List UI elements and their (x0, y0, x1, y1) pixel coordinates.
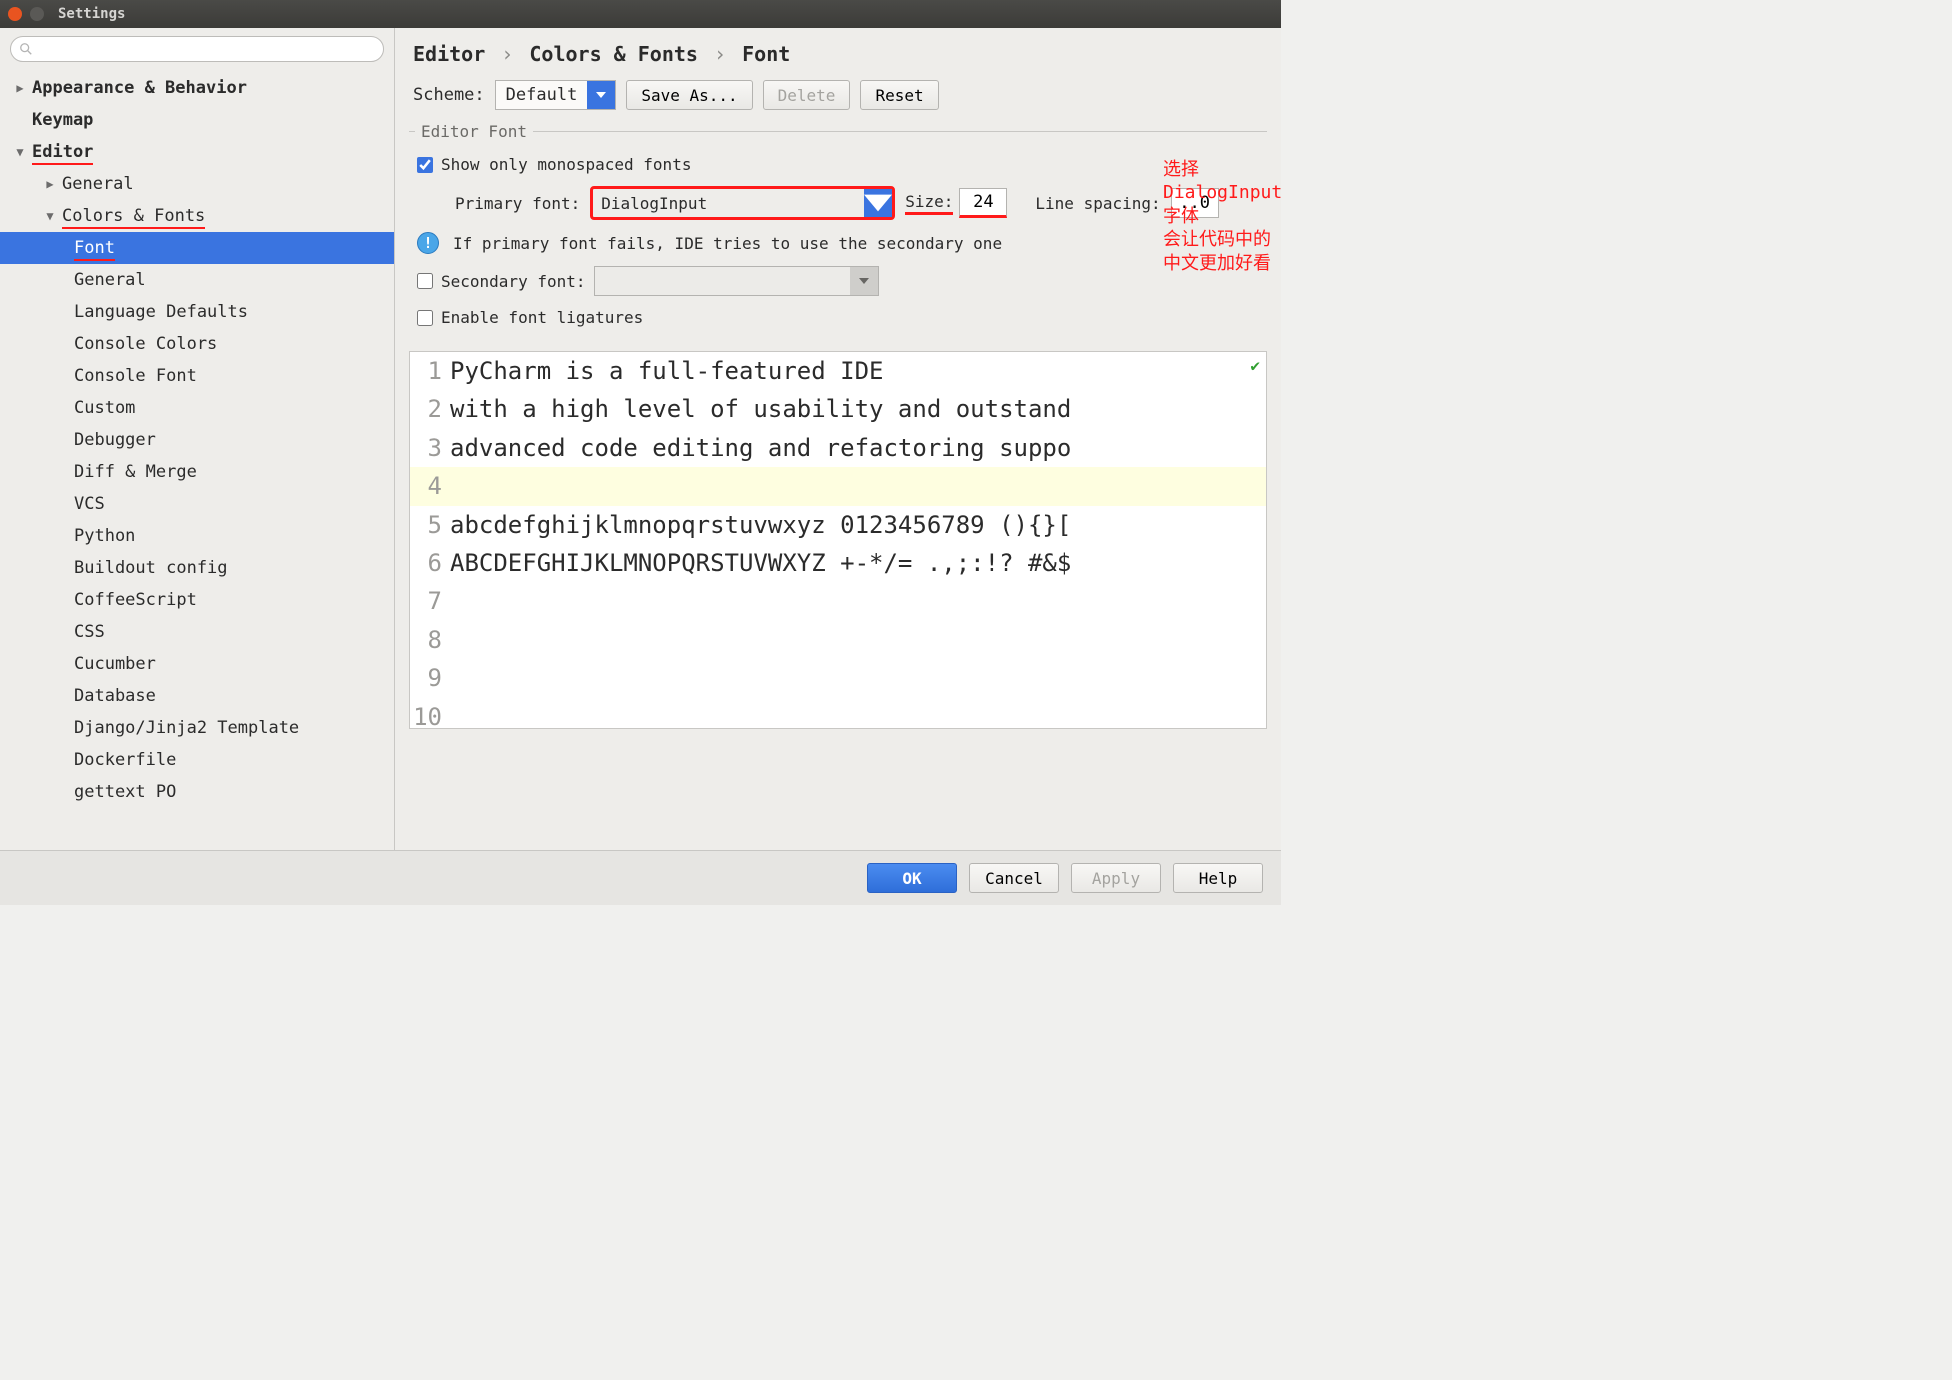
preview-line: 4 (410, 467, 1266, 505)
ligatures-label: Enable font ligatures (441, 308, 643, 327)
size-input[interactable] (959, 188, 1007, 218)
tree-item[interactable]: VCS (0, 488, 394, 520)
reset-button[interactable]: Reset (860, 80, 938, 110)
tree-item[interactable]: gettext PO (0, 776, 394, 808)
font-preview: ✔ 1PyCharm is a full-featured IDE2with a… (409, 351, 1267, 729)
tree-item[interactable]: CSS (0, 616, 394, 648)
tree-item[interactable]: General (0, 264, 394, 296)
tree-item[interactable]: Cucumber (0, 648, 394, 680)
breadcrumb-sep: › (501, 42, 513, 66)
preview-line: 7 (410, 582, 1266, 620)
dialog-footer: OK Cancel Apply Help (0, 850, 1281, 905)
tree-item[interactable]: ▼Editor (0, 136, 394, 168)
chevron-down-icon (587, 81, 615, 109)
chevron-down-icon (850, 267, 878, 295)
primary-font-value: DialogInput (593, 194, 864, 213)
search-icon (19, 42, 33, 56)
secondary-font-label: Secondary font: (441, 272, 586, 291)
window-close-icon[interactable] (8, 7, 22, 21)
tree-item[interactable]: Buildout config (0, 552, 394, 584)
tree-item[interactable]: Language Defaults (0, 296, 394, 328)
search-input[interactable] (37, 41, 375, 57)
breadcrumb-sep: › (714, 42, 726, 66)
preview-line: 9 (410, 659, 1266, 697)
preview-line: 5abcdefghijklmnopqrstuvwxyz 0123456789 (… (410, 506, 1266, 544)
main-panel: Editor › Colors & Fonts › Font Scheme: D… (395, 28, 1281, 850)
check-icon: ✔ (1250, 356, 1260, 375)
mono-checkbox[interactable] (417, 157, 433, 173)
tree-item[interactable]: ▶General (0, 168, 394, 200)
preview-line: 1PyCharm is a full-featured IDE (410, 352, 1266, 390)
preview-line: 6ABCDEFGHIJKLMNOPQRSTUVWXYZ +-*/= .,;:!?… (410, 544, 1266, 582)
mono-label: Show only monospaced fonts (441, 155, 691, 174)
preview-line: 10 (410, 698, 1266, 729)
tree-item[interactable]: Python (0, 520, 394, 552)
titlebar: Settings (0, 0, 1281, 28)
tree-item[interactable]: ▶Appearance & Behavior (0, 72, 394, 104)
primary-font-combo[interactable]: DialogInput (590, 186, 895, 220)
editor-font-legend: Editor Font (415, 122, 533, 141)
preview-line: 3advanced code editing and refactoring s… (410, 429, 1266, 467)
tree-item[interactable]: Django/Jinja2 Template (0, 712, 394, 744)
tree-item[interactable]: CoffeeScript (0, 584, 394, 616)
cancel-button[interactable]: Cancel (969, 863, 1059, 893)
breadcrumb-b: Colors & Fonts (529, 42, 698, 66)
secondary-hint: If primary font fails, IDE tries to use … (453, 234, 1002, 253)
annotation-line2: 会让代码中的中文更加好看 (1163, 228, 1281, 275)
tree-item[interactable]: Keymap (0, 104, 394, 136)
tree-item[interactable]: Diff & Merge (0, 456, 394, 488)
delete-button: Delete (763, 80, 851, 110)
settings-sidebar: ▶Appearance & BehaviorKeymap▼Editor▶Gene… (0, 28, 395, 850)
primary-font-label: Primary font: (455, 194, 580, 213)
breadcrumb-a: Editor (413, 42, 485, 66)
annotation: 选择 DialogInput 字体 会让代码中的中文更加好看 (1163, 158, 1281, 275)
ligatures-checkbox[interactable] (417, 310, 433, 326)
size-label: Size: (905, 192, 953, 215)
apply-button: Apply (1071, 863, 1161, 893)
save-as-button[interactable]: Save As... (626, 80, 752, 110)
scheme-value: Default (496, 85, 588, 105)
secondary-font-combo[interactable] (594, 266, 879, 296)
window-title: Settings (58, 6, 125, 22)
tree-item[interactable]: Debugger (0, 424, 394, 456)
tree-item[interactable]: Database (0, 680, 394, 712)
scheme-label: Scheme: (413, 85, 485, 105)
breadcrumb: Editor › Colors & Fonts › Font (395, 28, 1281, 76)
secondary-font-checkbox[interactable] (417, 273, 433, 289)
settings-tree[interactable]: ▶Appearance & BehaviorKeymap▼Editor▶Gene… (0, 68, 394, 850)
help-button[interactable]: Help (1173, 863, 1263, 893)
tree-item[interactable]: Console Font (0, 360, 394, 392)
breadcrumb-c: Font (742, 42, 790, 66)
window-min-icon[interactable] (30, 7, 44, 21)
chevron-down-icon (864, 189, 892, 217)
preview-line: 2with a high level of usability and outs… (410, 390, 1266, 428)
line-spacing-label: Line spacing: (1035, 194, 1160, 213)
tree-item[interactable]: Console Colors (0, 328, 394, 360)
annotation-line1: 选择 DialogInput 字体 (1163, 158, 1281, 228)
editor-font-group: Editor Font Show only monospaced fonts P… (409, 122, 1267, 333)
preview-line: 8 (410, 621, 1266, 659)
search-field[interactable] (10, 36, 384, 62)
tree-item[interactable]: Dockerfile (0, 744, 394, 776)
tree-item[interactable]: Custom (0, 392, 394, 424)
ok-button[interactable]: OK (867, 863, 957, 893)
scheme-combo[interactable]: Default (495, 80, 617, 110)
tree-item[interactable]: ▼Colors & Fonts (0, 200, 394, 232)
info-icon: ! (417, 232, 439, 254)
tree-item[interactable]: Font (0, 232, 394, 264)
